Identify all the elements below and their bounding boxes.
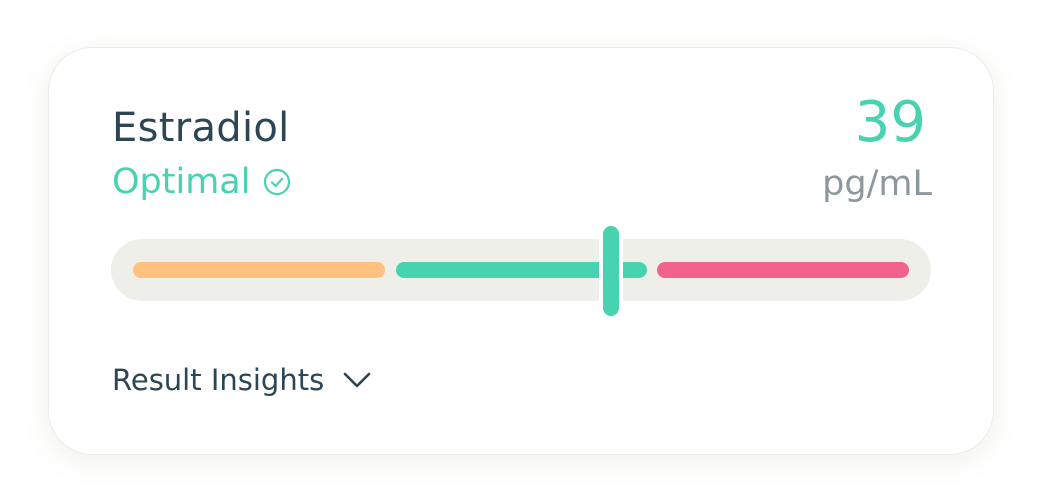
result-marker — [599, 222, 623, 320]
status-label: Optimal — [112, 162, 251, 202]
result-value: 39 — [854, 90, 926, 155]
biomarker-name: Estradiol — [112, 105, 290, 151]
check-circle-icon — [264, 168, 291, 196]
result-insights-toggle[interactable]: Result Insights — [112, 358, 372, 402]
status-indicator: Optimal — [112, 160, 292, 204]
result-insights-label: Result Insights — [112, 363, 325, 397]
result-unit: pg/mL — [822, 164, 932, 204]
range-segment-low — [133, 262, 385, 278]
range-segment-high — [657, 262, 909, 278]
chevron-down-icon — [343, 372, 371, 388]
